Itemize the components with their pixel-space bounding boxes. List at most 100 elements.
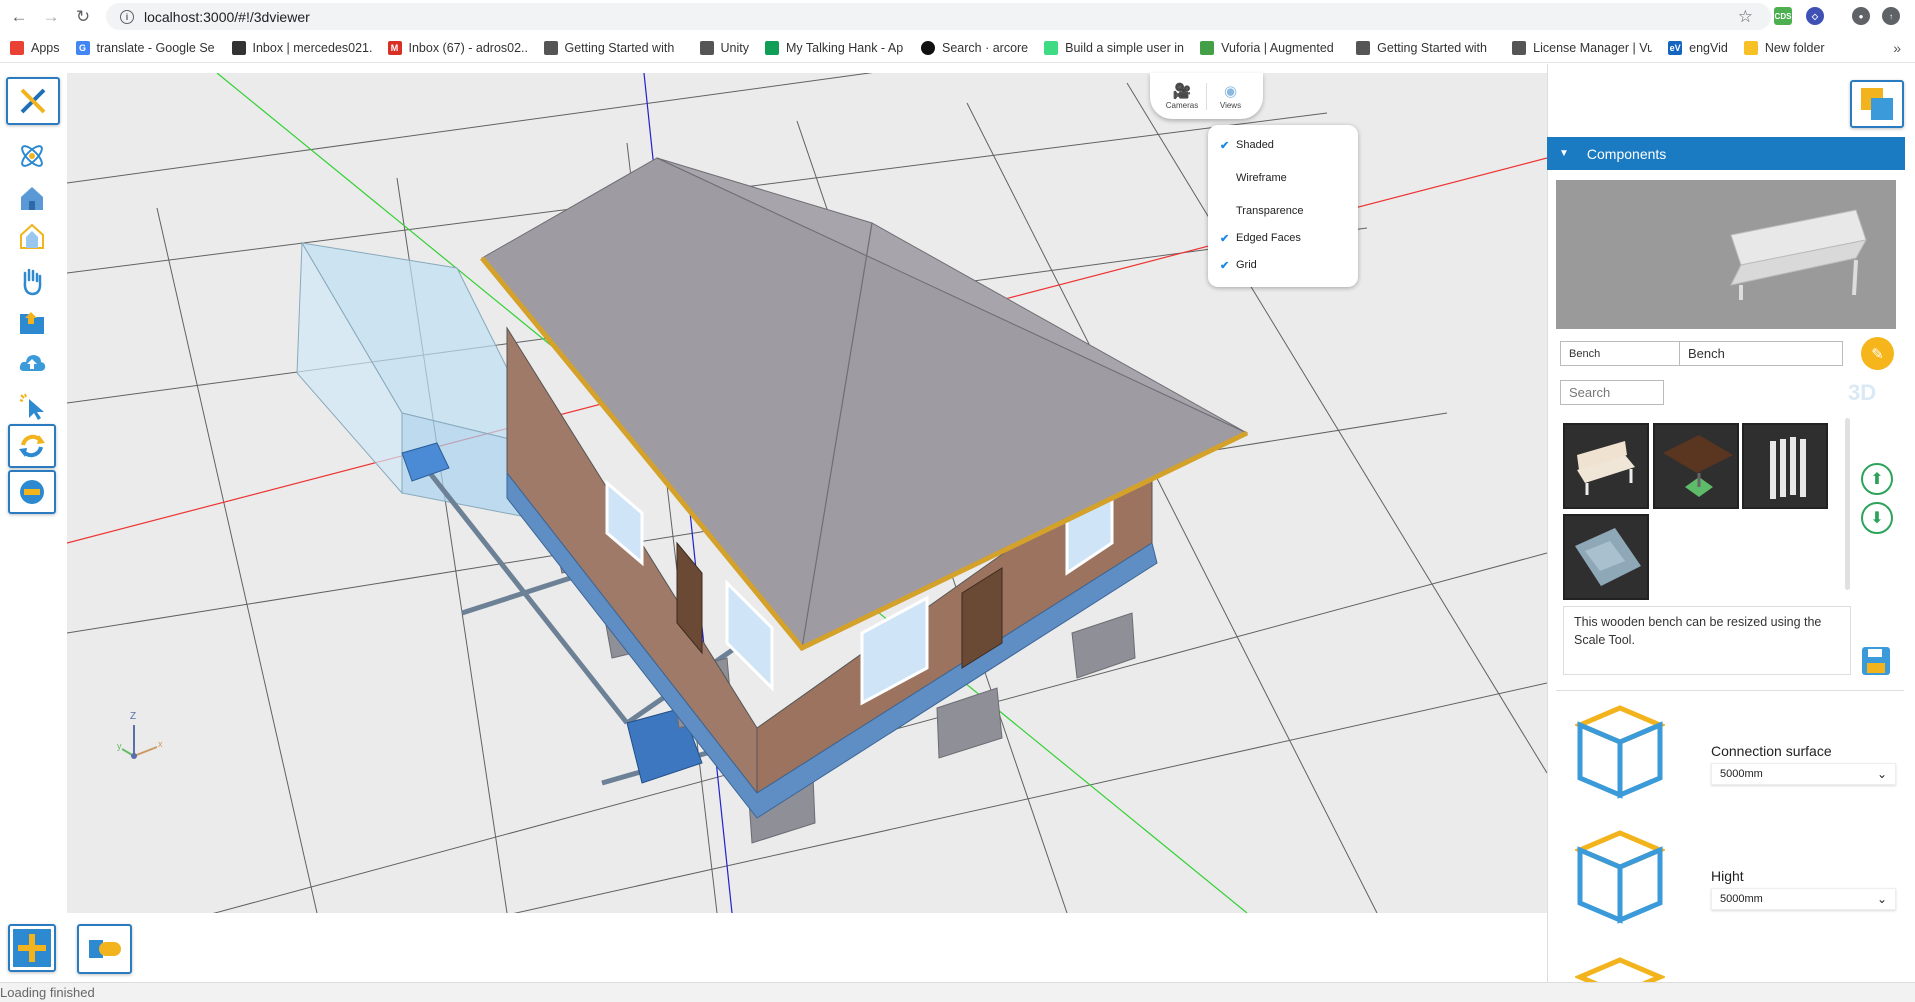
- bookmark-item[interactable]: eV engVid: [1668, 40, 1728, 55]
- param-label: Hight: [1711, 868, 1744, 884]
- bookmark-item[interactable]: Apps: [10, 40, 60, 55]
- tape-measure-icon: [88, 940, 121, 958]
- chevron-down-icon: ⌄: [1876, 892, 1887, 906]
- menu-item-edged-faces[interactable]: ✔ Edged Faces: [1220, 232, 1301, 245]
- rotate-arrows-icon: [19, 434, 45, 458]
- unity-icon: [1512, 40, 1527, 55]
- thumbnail-table[interactable]: [1653, 423, 1739, 509]
- bookmark-item[interactable]: Vuforia | Augmented: [1200, 40, 1340, 55]
- table-icon: [1663, 435, 1733, 497]
- unity-icon: [1356, 40, 1371, 55]
- bookmark-item[interactable]: New folder: [1743, 40, 1825, 55]
- menu-item-transparence[interactable]: Transparence: [1236, 205, 1303, 217]
- axis-arrows-icon: [121, 725, 158, 759]
- param-select[interactable]: 5000mm ⌄: [1711, 888, 1896, 910]
- url-text: localhost:3000/#!/3dviewer: [144, 8, 310, 25]
- extension-icon[interactable]: CDS: [1774, 7, 1792, 25]
- thumbnail-floor-tile[interactable]: [1563, 514, 1649, 600]
- bookmark-item[interactable]: License Manager | Vu: [1512, 40, 1652, 55]
- views-button[interactable]: ◉ Views: [1207, 83, 1255, 110]
- gmail-icon: M: [387, 40, 402, 55]
- thumbnails-scrollbar[interactable]: [1845, 418, 1850, 590]
- cloud-icon: [19, 355, 46, 371]
- android-icon: [1044, 40, 1059, 55]
- param-label: Connection surface: [1711, 743, 1832, 759]
- add-button[interactable]: [8, 924, 56, 972]
- bookmark-item[interactable]: Getting Started with: [543, 40, 684, 55]
- measure-button[interactable]: [77, 924, 132, 974]
- bookmark-item[interactable]: Getting Started with: [1356, 40, 1496, 55]
- engvid-icon: eV: [1668, 40, 1683, 55]
- bookmark-item[interactable]: My Talking Hank - Ap: [764, 40, 905, 55]
- bookmark-item[interactable]: Gtranslate - Google Se: [75, 40, 216, 55]
- update-icon[interactable]: ↑: [1882, 7, 1900, 25]
- edit-pencil-button[interactable]: [6, 77, 60, 125]
- menu-item-wireframe[interactable]: Wireframe: [1236, 172, 1287, 184]
- fence-icon: [1770, 437, 1806, 499]
- home-outline-button[interactable]: [8, 214, 56, 258]
- camera-views-pill: 🎥 Cameras ◉ Views: [1150, 73, 1263, 119]
- rotate-button[interactable]: [8, 424, 56, 468]
- folder-icon: [1743, 40, 1758, 55]
- eye-icon: ◉: [1223, 82, 1238, 100]
- edit-name-button[interactable]: ✎: [1861, 337, 1894, 370]
- views-menu: ✔ Shaded Wireframe Transparence ✔ Edged Fa…: [1208, 125, 1358, 287]
- vuforia-icon: [1200, 40, 1215, 55]
- menu-item-grid[interactable]: ✔ Grid: [1220, 259, 1257, 272]
- panel-toggle-button[interactable]: [1850, 80, 1904, 128]
- back-icon[interactable]: ←: [6, 4, 32, 30]
- bench-icon: [1577, 441, 1635, 495]
- cloud-upload-button[interactable]: [8, 342, 56, 386]
- house-icon: [21, 187, 43, 210]
- save-button[interactable]: [1860, 645, 1892, 677]
- scroll-up-button[interactable]: ⬆: [1861, 463, 1893, 495]
- bench-preview-icon: [1730, 209, 1867, 300]
- param-select[interactable]: 5000mm ⌄: [1711, 763, 1896, 785]
- search-input[interactable]: Search: [1560, 380, 1664, 405]
- select-button[interactable]: [8, 384, 56, 428]
- orbit-button[interactable]: [8, 134, 56, 178]
- check-icon: ✔: [1220, 259, 1230, 272]
- menu-item-shaded[interactable]: ✔ Shaded: [1220, 139, 1274, 152]
- bookmark-item[interactable]: Build a simple user in: [1044, 40, 1184, 55]
- unity-icon: [543, 40, 558, 55]
- reload-icon[interactable]: ↻: [70, 4, 96, 30]
- open-folder-button[interactable]: [8, 301, 56, 345]
- extension-icon[interactable]: ◇: [1806, 7, 1824, 25]
- bookmark-item[interactable]: Unity: [699, 40, 749, 55]
- remove-button[interactable]: [8, 470, 56, 514]
- bookmark-star-icon[interactable]: ☆: [1738, 7, 1753, 27]
- info-icon[interactable]: i: [120, 9, 134, 24]
- arrow-down-icon: ⬇: [1870, 510, 1884, 527]
- profile-icon[interactable]: ●: [1852, 7, 1870, 25]
- left-toolbar: [0, 64, 67, 982]
- pan-button[interactable]: [8, 259, 56, 303]
- cube-height-icon: [1573, 825, 1667, 925]
- panel-header[interactable]: ▼ Components: [1547, 137, 1905, 170]
- bookmark-item[interactable]: M Inbox (67) - adros02...: [387, 40, 528, 55]
- status-bar: Loading finished: [0, 982, 1915, 1002]
- collapse-caret-icon: ▼: [1559, 148, 1569, 159]
- arrow-up-icon: ⬆: [1870, 471, 1884, 488]
- github-icon: [920, 40, 935, 55]
- bookmark-item[interactable]: Search · arcore: [920, 40, 1028, 55]
- forward-icon[interactable]: →: [38, 4, 64, 30]
- floppy-disk-icon: [1862, 647, 1890, 675]
- folder-open-icon: [20, 312, 44, 334]
- bookmark-item[interactable]: Inbox | mercedes021...: [231, 40, 372, 55]
- axis-x-label: x: [158, 739, 163, 749]
- thumbnail-bench[interactable]: [1563, 423, 1649, 509]
- check-icon: ✔: [1220, 232, 1230, 245]
- check-icon: ✔: [1220, 139, 1230, 152]
- pencil-ruler-icon: [20, 88, 46, 114]
- layers-icon: [1861, 88, 1893, 120]
- google-icon: G: [75, 40, 90, 55]
- atom-orbit-icon: [21, 145, 43, 167]
- thumbnail-fence[interactable]: [1742, 423, 1828, 509]
- component-name-field[interactable]: Bench: [1679, 341, 1843, 366]
- address-bar[interactable]: i localhost:3000/#!/3dviewer ☆: [106, 3, 1771, 30]
- more-bookmarks-icon[interactable]: »: [1893, 40, 1901, 56]
- scroll-down-button[interactable]: ⬇: [1861, 502, 1893, 534]
- component-preview[interactable]: [1556, 180, 1896, 329]
- cameras-button[interactable]: 🎥 Cameras: [1159, 82, 1207, 110]
